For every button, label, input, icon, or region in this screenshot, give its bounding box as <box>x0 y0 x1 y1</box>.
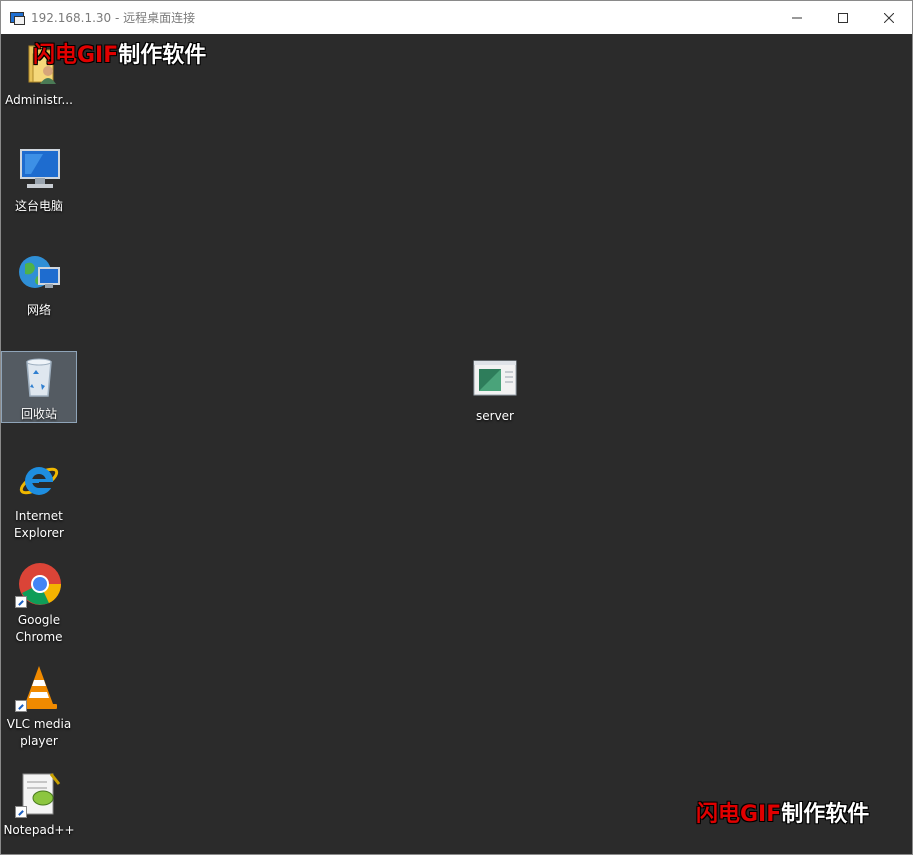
desktop-icon-internet-explorer[interactable]: Internet Explorer <box>1 456 77 542</box>
desktop-icon-label: Google Chrome <box>15 613 63 644</box>
remote-desktop-window: 192.168.1.30 - 远程桌面连接 Administr... 这台电脑 … <box>0 0 913 855</box>
desktop-icon-server[interactable]: server <box>457 356 533 425</box>
desktop-icon-label: Internet Explorer <box>14 509 64 540</box>
computer-icon <box>15 146 63 194</box>
shortcut-arrow-icon <box>15 700 27 712</box>
network-icon <box>15 250 63 298</box>
desktop-icon-label: Notepad++ <box>3 823 75 837</box>
minimize-icon <box>792 17 802 18</box>
title-bar[interactable]: 192.168.1.30 - 远程桌面连接 <box>1 1 912 34</box>
remote-desktop-app-icon[interactable] <box>9 10 25 26</box>
desktop-icon-notepad-plus-plus[interactable]: Notepad++ <box>1 770 77 839</box>
vlc-icon <box>15 664 63 712</box>
shortcut-arrow-icon <box>15 596 27 608</box>
watermark-bottom: 闪电GIF制作软件 <box>696 796 869 828</box>
watermark-top: 闪电GIF制作软件 <box>33 37 206 69</box>
desktop-icon-this-pc[interactable]: 这台电脑 <box>1 146 77 215</box>
close-button[interactable] <box>866 1 912 34</box>
recycle-bin-icon <box>15 354 63 402</box>
maximize-icon <box>838 12 848 23</box>
desktop-icon-label: Administr... <box>5 93 73 107</box>
desktop-icon-recycle-bin[interactable]: 回收站 <box>1 351 77 423</box>
internet-explorer-icon <box>15 456 63 504</box>
watermark-white-text: 制作软件 <box>781 802 870 827</box>
watermark-white-text: 制作软件 <box>118 43 207 68</box>
desktop-icon-label: 回收站 <box>20 407 57 421</box>
close-icon <box>884 12 894 23</box>
minimize-button[interactable] <box>774 1 820 34</box>
maximize-button[interactable] <box>820 1 866 34</box>
desktop-icon-label: 这台电脑 <box>14 199 63 213</box>
desktop-icon-google-chrome[interactable]: Google Chrome <box>1 560 77 646</box>
desktop-icon-label: 网络 <box>26 303 51 317</box>
window-title: 192.168.1.30 - 远程桌面连接 <box>31 11 196 25</box>
desktop-icon-network[interactable]: 网络 <box>1 250 77 319</box>
rdp-file-icon <box>471 356 519 404</box>
desktop-icon-label: server <box>476 409 514 423</box>
watermark-red-text: 闪电GIF <box>33 43 119 68</box>
shortcut-arrow-icon <box>15 806 27 818</box>
chrome-icon <box>15 560 63 608</box>
desktop-icon-label: VLC media player <box>6 717 72 748</box>
remote-desktop[interactable]: Administr... 这台电脑 网络 回收站 Internet Explor… <box>1 34 912 854</box>
window-controls <box>774 1 912 34</box>
notepad-plus-plus-icon <box>15 770 63 818</box>
watermark-red-text: 闪电GIF <box>696 802 782 827</box>
desktop-icon-vlc[interactable]: VLC media player <box>1 664 77 750</box>
